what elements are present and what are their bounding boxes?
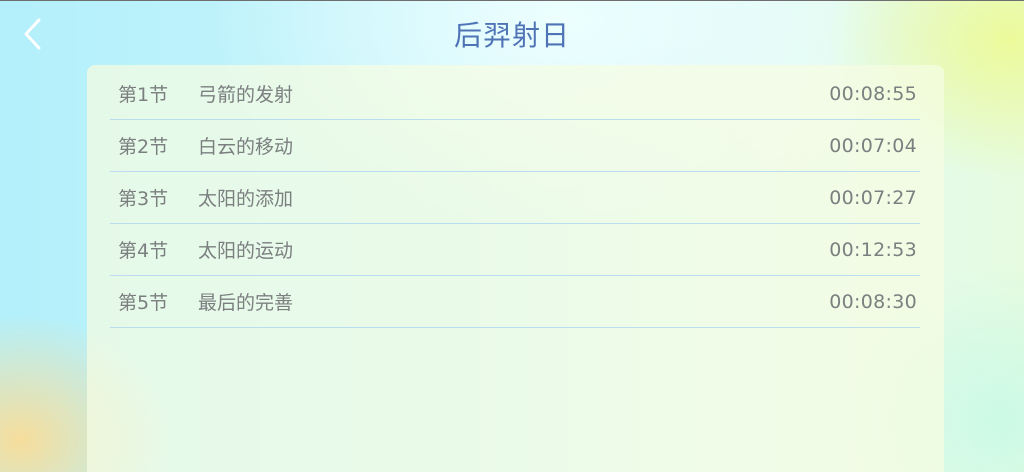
lesson-title: 弓箭的发射 bbox=[198, 84, 294, 106]
lesson-row-3[interactable]: 第3节 太阳的添加 00:07:27 bbox=[110, 172, 920, 224]
lesson-row-4[interactable]: 第4节 太阳的运动 00:12:53 bbox=[110, 224, 920, 276]
lesson-duration: 00:08:30 bbox=[829, 290, 917, 313]
lesson-title: 太阳的添加 bbox=[198, 188, 294, 210]
lesson-number: 第5节 bbox=[118, 292, 169, 314]
lesson-title: 白云的移动 bbox=[198, 136, 294, 158]
lesson-number: 第2节 bbox=[118, 136, 169, 158]
lesson-list: 第1节 弓箭的发射 00:08:55 第2节 白云的移动 00:07:04 第3… bbox=[110, 68, 920, 328]
lesson-panel: 第1节 弓箭的发射 00:08:55 第2节 白云的移动 00:07:04 第3… bbox=[87, 65, 944, 472]
lesson-row-5[interactable]: 第5节 最后的完善 00:08:30 bbox=[110, 276, 920, 328]
lesson-number: 第1节 bbox=[118, 84, 169, 106]
lesson-number: 第3节 bbox=[118, 188, 169, 210]
lesson-row-2[interactable]: 第2节 白云的移动 00:07:04 bbox=[110, 120, 920, 172]
lesson-row-1[interactable]: 第1节 弓箭的发射 00:08:55 bbox=[110, 68, 920, 120]
lesson-title: 最后的完善 bbox=[198, 292, 294, 314]
lesson-duration: 00:08:55 bbox=[829, 82, 917, 105]
lesson-title: 太阳的运动 bbox=[198, 240, 294, 262]
lesson-duration: 00:12:53 bbox=[829, 238, 917, 261]
window-top-border bbox=[0, 0, 1024, 1]
page-title: 后羿射日 bbox=[453, 19, 570, 52]
lesson-number: 第4节 bbox=[118, 240, 169, 262]
lesson-duration: 00:07:04 bbox=[829, 134, 917, 157]
lesson-duration: 00:07:27 bbox=[829, 186, 917, 209]
